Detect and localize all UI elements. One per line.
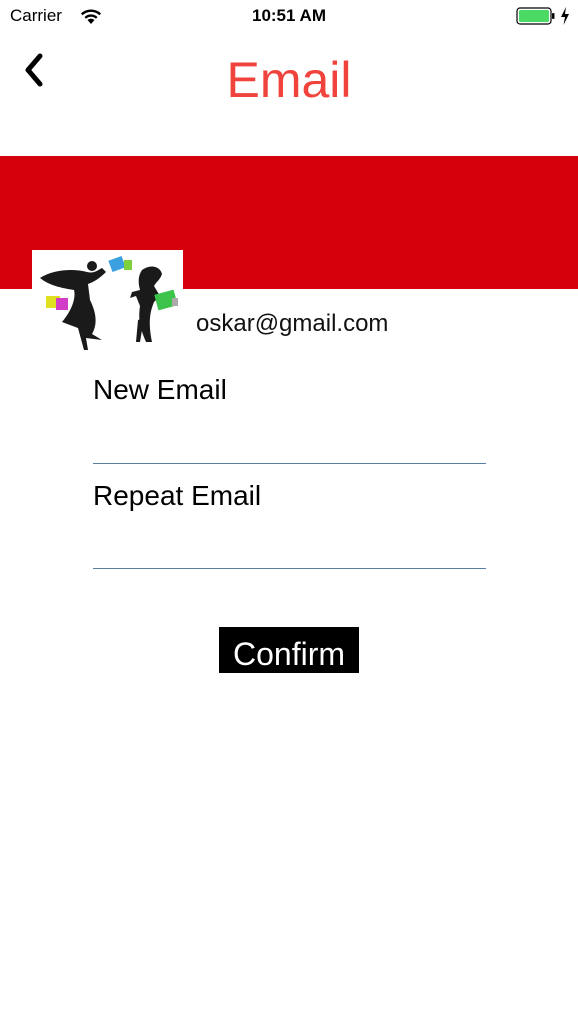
- new-email-label: New Email: [93, 374, 227, 405]
- current-email: oskar@gmail.com: [196, 310, 389, 337]
- page-title: Email: [226, 52, 352, 108]
- repeat-email-label: Repeat Email: [93, 480, 262, 511]
- shopping-women-silhouette-image: [40, 255, 178, 350]
- battery-icon: [516, 7, 555, 25]
- repeat-email-field[interactable]: [93, 528, 486, 569]
- charging-bolt-icon: [561, 7, 569, 25]
- confirm-button[interactable]: Confirm: [219, 627, 359, 673]
- new-email-field[interactable]: [93, 423, 486, 464]
- avatar: [32, 250, 183, 353]
- status-bar: Carrier 10:51 AM: [0, 0, 578, 32]
- clock: 10:51 AM: [251, 6, 326, 25]
